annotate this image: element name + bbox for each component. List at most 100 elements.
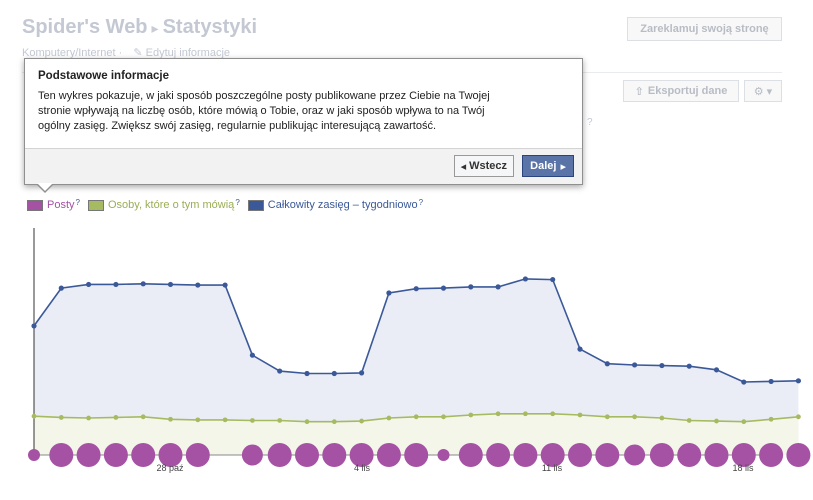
post-bubble xyxy=(513,443,538,467)
post-bubble xyxy=(759,443,784,467)
post-bubble xyxy=(437,449,450,461)
talking-point xyxy=(386,415,392,421)
post-bubble xyxy=(376,443,401,467)
legend-item-weekly-reach[interactable]: Całkowity zasięg – tygodniowo ? xyxy=(247,198,423,211)
reach-point xyxy=(195,282,201,288)
reach-point xyxy=(359,370,365,376)
help-icon[interactable]: ? xyxy=(419,198,423,207)
reach-point xyxy=(468,284,474,290)
popup-title: Podstawowe informacje xyxy=(38,70,170,82)
reach-point xyxy=(31,323,37,329)
talking-point xyxy=(523,411,528,417)
legend-label: Osoby, które o tym mówią xyxy=(107,199,235,211)
reach-point xyxy=(167,281,174,288)
talking-point xyxy=(86,415,91,421)
post-bubble xyxy=(295,443,319,467)
reach-point xyxy=(686,363,692,369)
post-bubble xyxy=(786,443,811,467)
talking-point xyxy=(632,414,637,420)
post-bubble xyxy=(677,443,702,467)
reach-point xyxy=(140,281,146,287)
talking-point xyxy=(714,418,719,424)
talking-point xyxy=(495,411,501,417)
reach-point xyxy=(386,290,392,296)
reach-point xyxy=(249,352,255,358)
talking-point xyxy=(604,414,610,420)
x-tick-label: 18 lis xyxy=(732,463,754,473)
post-bubble xyxy=(49,443,74,467)
post-bubble xyxy=(267,443,292,467)
reach-point xyxy=(768,378,774,385)
legend-item-posts[interactable]: Posty ? xyxy=(27,198,80,211)
reach-point xyxy=(304,370,310,377)
legend-swatch xyxy=(247,199,264,211)
popup-text-line: Ten wykres pokazuje, w jaki sposób poszc… xyxy=(38,90,490,102)
back-button-label: Wstecz xyxy=(469,160,507,172)
talking-point xyxy=(659,415,665,421)
post-bubble xyxy=(103,443,128,467)
reach-point xyxy=(86,281,92,288)
talking-point xyxy=(577,412,583,418)
chevron-right-icon: ▸ xyxy=(560,160,566,173)
back-button[interactable]: ◂ Wstecz xyxy=(453,155,514,177)
help-icon[interactable]: ? xyxy=(76,198,80,207)
post-bubble xyxy=(185,443,210,467)
post-bubble xyxy=(76,443,101,467)
post-bubble xyxy=(458,443,483,467)
talking-point xyxy=(277,418,283,423)
talking-point xyxy=(331,419,337,425)
post-bubble xyxy=(704,443,729,467)
reach-point xyxy=(495,284,501,290)
reach-point xyxy=(440,285,447,291)
x-tick-label: 28 paź xyxy=(156,463,184,473)
info-popup: Podstawowe informacje Ten wykres pokazuj… xyxy=(24,58,583,185)
talking-point xyxy=(441,414,446,420)
talking-point xyxy=(140,414,146,420)
talking-point xyxy=(168,416,173,422)
reach-point xyxy=(604,361,610,367)
x-tick-label: 4 lis xyxy=(354,463,371,473)
talking-point xyxy=(113,415,119,420)
post-bubble xyxy=(131,443,156,467)
popup-pointer-inner xyxy=(37,183,53,191)
reach-point xyxy=(550,276,556,283)
post-bubble xyxy=(624,444,646,466)
reach-point xyxy=(713,367,720,373)
popup-footer: ◂ Wstecz Dalej ▸ xyxy=(25,148,582,184)
post-bubble xyxy=(649,443,674,467)
talking-point xyxy=(304,419,310,425)
reach-point xyxy=(659,362,665,369)
next-button[interactable]: Dalej ▸ xyxy=(522,155,574,177)
popup-text-line: ogólny zasięg. Zwiększ swój zasięg, regu… xyxy=(38,120,437,132)
legend-swatch xyxy=(27,199,43,211)
reach-point xyxy=(795,378,802,384)
legend-swatch xyxy=(87,199,104,211)
reach-point xyxy=(632,362,638,368)
post-bubble xyxy=(28,449,40,461)
popup-body: Podstawowe informacje Ten wykres pokazuj… xyxy=(25,59,582,149)
talking-point xyxy=(250,418,255,423)
post-bubble xyxy=(595,443,620,467)
legend-label: Całkowity zasięg – tygodniowo xyxy=(267,199,418,211)
post-bubble xyxy=(322,443,347,467)
legend-item-talking-about[interactable]: Osoby, które o tym mówią ? xyxy=(87,198,240,211)
reach-point xyxy=(113,281,119,288)
reach-point xyxy=(522,276,529,282)
talking-point xyxy=(413,414,419,420)
chevron-left-icon: ◂ xyxy=(460,160,467,173)
popup-text: Ten wykres pokazuje, w jaki sposób poszc… xyxy=(38,89,569,134)
x-tick-label: 11 lis xyxy=(542,463,563,473)
talking-point xyxy=(58,415,64,420)
reach-point xyxy=(331,370,337,377)
talking-point xyxy=(686,418,692,423)
talking-point xyxy=(195,417,201,423)
talking-point xyxy=(741,419,747,425)
legend-label: Posty xyxy=(47,199,75,211)
help-icon[interactable]: ? xyxy=(235,198,239,207)
talking-point xyxy=(222,417,228,423)
talking-point xyxy=(768,416,774,422)
reach-point xyxy=(222,282,228,288)
reach-point xyxy=(277,368,283,374)
post-bubble xyxy=(568,443,592,467)
talking-point xyxy=(796,414,801,420)
